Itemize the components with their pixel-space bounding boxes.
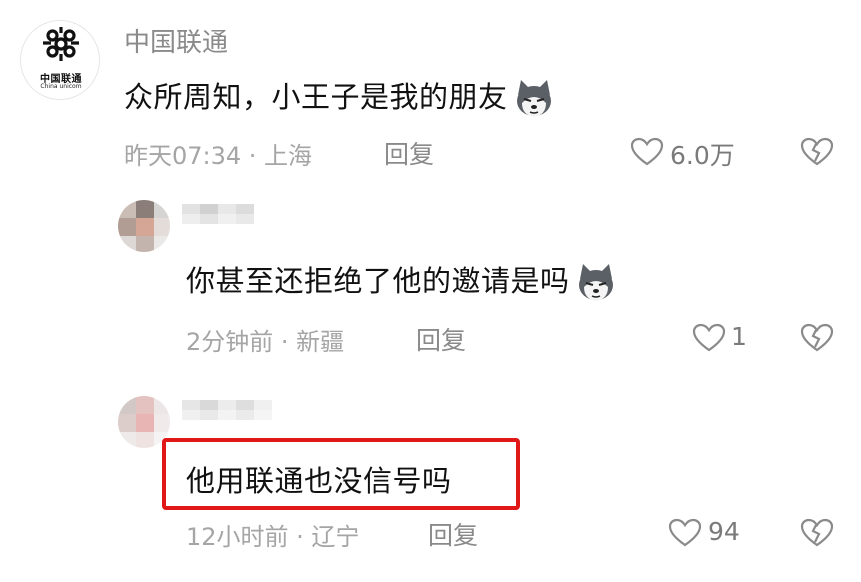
- like-count: 6.0万: [670, 141, 735, 170]
- heart-outline-icon[interactable]: [692, 323, 726, 353]
- comment-text: 他用联通也没信号吗: [186, 464, 452, 498]
- broken-heart-icon[interactable]: [800, 137, 834, 167]
- heart-outline-icon[interactable]: [668, 518, 702, 548]
- comment-meta: 昨天07:34 · 上海: [124, 142, 313, 170]
- heart-outline-icon[interactable]: [630, 137, 664, 167]
- comment-text: 众所周知，小王子是我的朋友: [124, 74, 556, 121]
- comment-meta: 12小时前 · 辽宁: [186, 523, 360, 551]
- avatar[interactable]: [118, 200, 170, 252]
- reply-button[interactable]: 回复: [384, 135, 434, 171]
- husky-dog-emoji-icon: [578, 264, 613, 301]
- reply-button[interactable]: 回复: [428, 516, 478, 552]
- china-unicom-logo-icon: [43, 27, 79, 61]
- like-count: 94: [708, 517, 740, 546]
- blurred-username[interactable]: [182, 400, 274, 420]
- blurred-username[interactable]: [182, 204, 254, 224]
- avatar-china-unicom[interactable]: 中国联通 China unicom: [20, 20, 100, 100]
- comment-text-content: 你甚至还拒绝了他的邀请是吗: [186, 264, 570, 298]
- broken-heart-icon[interactable]: [800, 518, 834, 548]
- comment-text: 你甚至还拒绝了他的邀请是吗: [186, 258, 618, 305]
- logo-english-text: China unicom: [40, 83, 82, 90]
- reply-button[interactable]: 回复: [416, 321, 466, 357]
- broken-heart-icon[interactable]: [800, 323, 834, 353]
- comment-username[interactable]: 中国联通: [124, 22, 228, 59]
- comment-meta: 2分钟前 · 新疆: [186, 328, 345, 356]
- comment-text-content: 众所周知，小王子是我的朋友: [124, 80, 508, 114]
- like-count: 1: [731, 322, 747, 351]
- husky-dog-emoji-icon: [516, 80, 551, 117]
